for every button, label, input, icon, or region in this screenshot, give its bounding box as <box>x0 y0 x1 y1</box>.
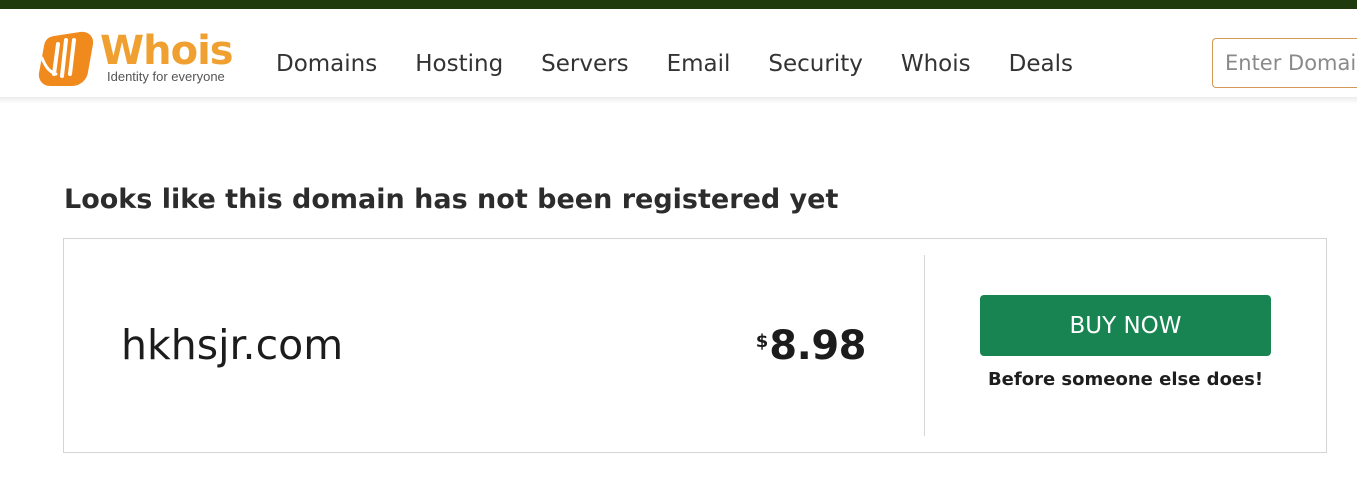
domain-search-input[interactable] <box>1212 38 1357 88</box>
nav-item-email[interactable]: Email <box>667 49 731 79</box>
logo-wordmark: Whois <box>100 28 234 74</box>
nav-item-domains[interactable]: Domains <box>276 49 377 79</box>
price-currency: $ <box>755 331 769 352</box>
nav-item-whois[interactable]: Whois <box>901 49 971 79</box>
domain-result-card: hkhsjr.com $ 8.98 BUY NOW Before someone… <box>63 238 1327 453</box>
domain-price: $ 8.98 <box>755 323 867 369</box>
main-nav: Domains Hosting Servers Email Security W… <box>276 49 1111 79</box>
nav-item-hosting[interactable]: Hosting <box>415 49 503 79</box>
site-logo[interactable]: Whois Identity for everyone <box>36 28 236 94</box>
buy-now-button[interactable]: BUY NOW <box>980 295 1271 356</box>
domain-name: hkhsjr.com <box>121 321 344 369</box>
buy-now-subtext: Before someone else does! <box>987 369 1264 390</box>
price-amount: 8.98 <box>769 323 866 369</box>
availability-headline: Looks like this domain has not been regi… <box>64 184 839 215</box>
nav-item-security[interactable]: Security <box>768 49 862 79</box>
nav-item-deals[interactable]: Deals <box>1009 49 1073 79</box>
logo-tagline: Identity for everyone <box>107 69 225 84</box>
header-shadow <box>0 97 1357 104</box>
nav-item-servers[interactable]: Servers <box>541 49 628 79</box>
card-divider <box>924 255 925 436</box>
whois-hand-logo-icon <box>38 31 94 86</box>
site-header: Whois Identity for everyone Domains Host… <box>0 9 1357 99</box>
top-accent-bar <box>0 0 1357 9</box>
